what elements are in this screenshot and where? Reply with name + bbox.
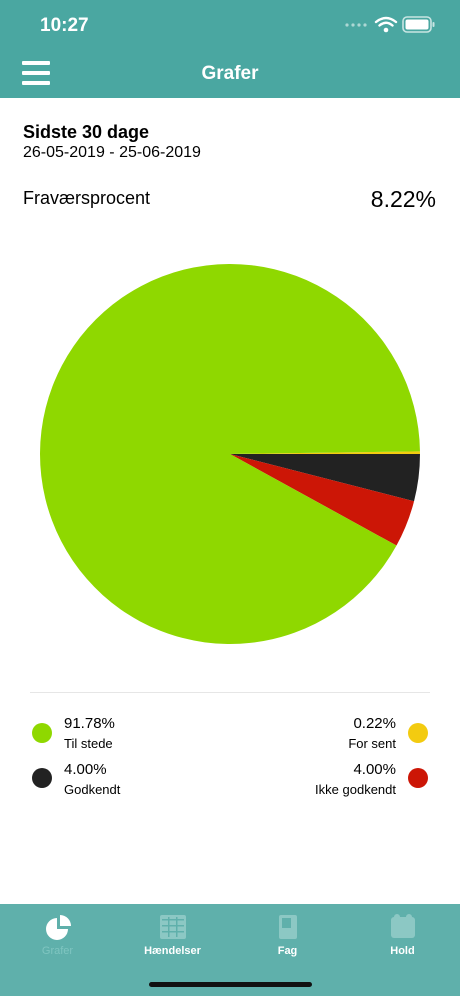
legend-color-dot <box>32 768 52 788</box>
status-time: 10:27 <box>40 15 89 36</box>
book-icon <box>279 915 297 939</box>
legend-item-not-approved: 4.00% Ikke godkendt <box>238 761 428 805</box>
tab-label: Fag <box>277 945 298 957</box>
absence-rate-label: Fraværsprocent <box>23 188 151 208</box>
tab-label: Grafer <box>41 945 74 957</box>
legend-item-present: 91.78% Til stede <box>32 715 222 759</box>
header-bar: 10:27 Grafer <box>0 0 460 98</box>
legend-color-dot <box>408 723 428 743</box>
period-title: Sidste 30 dage <box>23 122 150 142</box>
divider <box>30 692 430 693</box>
group-icon <box>391 914 415 938</box>
legend-label: Ikke godkendt <box>315 782 396 797</box>
wifi-dot <box>383 27 389 33</box>
legend-color-dot <box>408 768 428 788</box>
calendar-grid-icon <box>160 915 186 939</box>
legend-label: For sent <box>348 736 396 751</box>
legend-color-dot <box>32 723 52 743</box>
wifi-icon <box>374 16 398 27</box>
pie-chart-icon <box>46 915 71 940</box>
legend-percent: 0.22% <box>353 715 396 732</box>
legend-percent: 91.78% <box>64 715 115 732</box>
attendance-pie-chart <box>40 264 420 644</box>
legend-item-late: 0.22% For sent <box>238 715 428 759</box>
legend-item-approved: 4.00% Godkendt <box>32 761 222 805</box>
legend-label: Til stede <box>64 736 113 751</box>
status-icons <box>345 16 435 33</box>
home-indicator <box>149 982 312 987</box>
signal-icon <box>345 23 367 27</box>
tab-label: Hændelser <box>144 945 201 957</box>
tab-grafer[interactable]: Grafer <box>0 904 115 996</box>
tab-label: Hold <box>390 945 415 957</box>
legend-percent: 4.00% <box>353 761 396 778</box>
page-title: Grafer <box>201 63 259 84</box>
period-range: 26-05-2019 - 25-06-2019 <box>23 144 201 161</box>
battery-icon <box>402 16 435 33</box>
absence-rate-value: 8.22% <box>370 186 436 212</box>
legend-label: Godkendt <box>64 782 121 797</box>
legend-percent: 4.00% <box>64 761 107 778</box>
tab-hold[interactable]: Hold <box>345 904 460 996</box>
